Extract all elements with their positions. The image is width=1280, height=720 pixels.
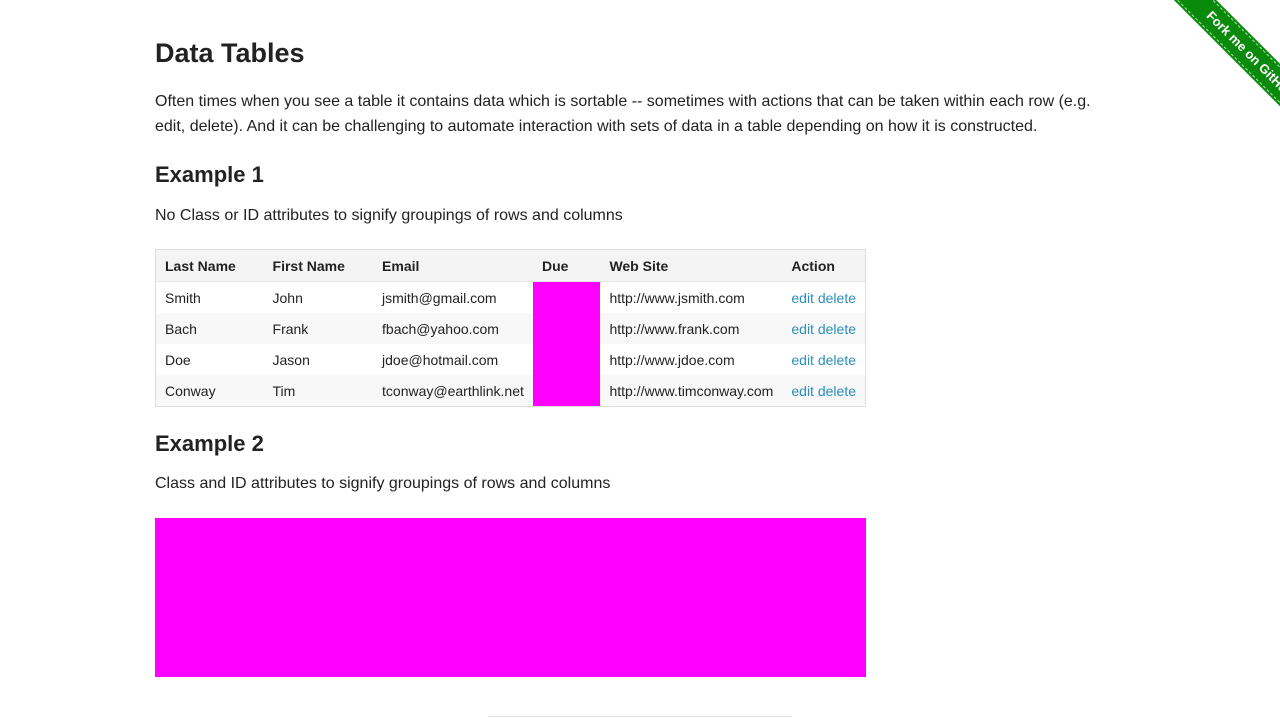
delete-link[interactable]: delete <box>818 383 856 399</box>
table-row: Conway Tim tconway@earthlink.net http://… <box>155 375 866 407</box>
edit-link[interactable]: edit <box>791 352 814 368</box>
table-row: Smith John jsmith@gmail.com http://www.j… <box>156 281 866 314</box>
edit-link[interactable]: edit <box>791 290 814 306</box>
cell-action: edit delete <box>782 344 865 375</box>
column-header-first-name[interactable]: First Name <box>263 249 374 282</box>
cell-first-name: Frank <box>263 313 374 344</box>
cell-web-site: http://www.timconway.com <box>600 375 783 407</box>
column-header-email[interactable]: Email <box>373 249 534 282</box>
edit-link[interactable]: edit <box>791 383 814 399</box>
example-2-description: Class and ID attributes to signify group… <box>155 475 611 492</box>
cell-due-redacted <box>533 344 601 375</box>
cell-due-redacted <box>533 375 601 407</box>
column-header-due[interactable]: Due <box>533 249 601 282</box>
cell-email: tconway@earthlink.net <box>373 375 534 407</box>
table-2-redacted <box>155 518 866 677</box>
footer-divider <box>488 716 792 717</box>
cell-last-name: Smith <box>165 289 201 306</box>
cell-due-redacted <box>533 281 601 313</box>
page-title: Data Tables <box>155 38 305 68</box>
example-2-heading: Example 2 <box>155 431 264 456</box>
table-row: Doe Jason jdoe@hotmail.com http://www.jd… <box>156 344 866 375</box>
cell-web-site: http://www.frank.com <box>600 313 783 344</box>
column-header-last-name[interactable]: Last Name <box>155 249 264 282</box>
intro-paragraph: Often times when you see a table it cont… <box>155 93 1091 135</box>
table-header-row: Last Name First Name Email Due Web Site … <box>155 249 866 282</box>
cell-last-name: Bach <box>155 313 264 344</box>
cell-due-redacted <box>533 313 601 344</box>
cell-first-name: Tim <box>263 375 374 407</box>
cell-first-name: John <box>272 289 303 306</box>
table-1: Last Name First Name Email Due Web Site … <box>155 249 866 407</box>
cell-action: edit delete <box>782 375 866 407</box>
cell-web-site: http://www.jsmith.com <box>609 289 745 306</box>
github-ribbon-container: Fork me on GitHub <box>1130 0 1280 150</box>
delete-link[interactable]: delete <box>818 290 856 306</box>
table-row: Bach Frank fbach@yahoo.com http://www.fr… <box>155 313 866 344</box>
delete-link[interactable]: delete <box>818 352 856 368</box>
cell-email: fbach@yahoo.com <box>373 313 534 344</box>
delete-link[interactable]: delete <box>818 321 856 337</box>
cell-last-name: Doe <box>165 351 191 368</box>
edit-link[interactable]: edit <box>791 321 814 337</box>
cell-last-name: Conway <box>155 375 264 407</box>
cell-action: edit delete <box>782 313 866 344</box>
column-header-web-site[interactable]: Web Site <box>600 249 783 282</box>
cell-email: jdoe@hotmail.com <box>382 351 499 368</box>
cell-web-site: http://www.jdoe.com <box>609 351 735 368</box>
example-1-description: No Class or ID attributes to signify gro… <box>155 207 623 224</box>
cell-action: edit delete <box>782 282 865 314</box>
cell-first-name: Jason <box>272 351 310 368</box>
fork-me-on-github-ribbon[interactable]: Fork me on GitHub <box>1163 0 1280 142</box>
column-header-action[interactable]: Action <box>782 249 866 282</box>
cell-email: jsmith@gmail.com <box>382 289 497 306</box>
example-1-heading: Example 1 <box>155 162 264 187</box>
